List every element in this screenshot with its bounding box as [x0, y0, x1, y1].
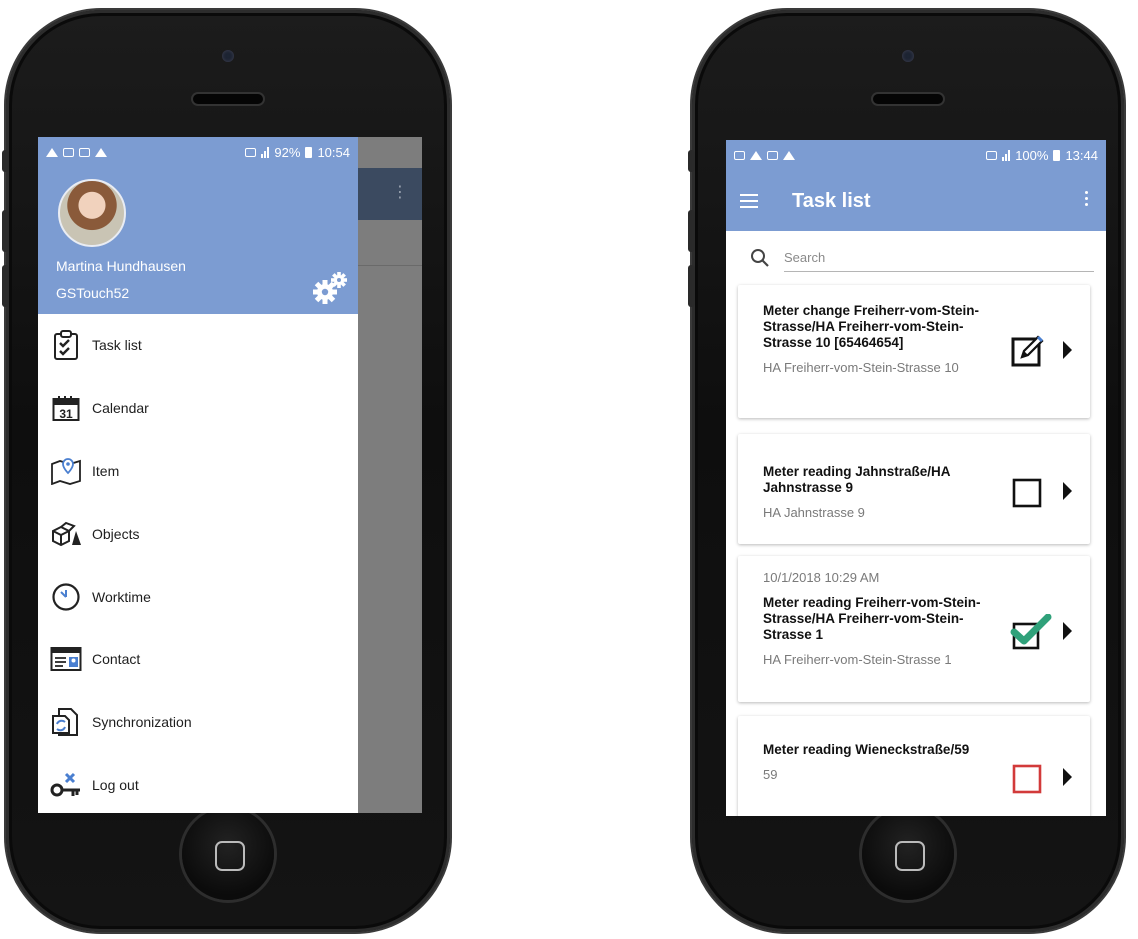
- cloud-icon: [46, 148, 58, 157]
- menu-label: Task list: [92, 337, 142, 354]
- navigation-drawer: 92% 10:54 Martina Hundhausen GSTouch52 T…: [38, 137, 358, 813]
- drawer-menu: Task list 31 Calendar Item Objects Workt…: [38, 314, 358, 813]
- volume-down-button: [688, 265, 695, 307]
- task-title: Meter reading Jahnstraße/HA Jahnstrasse …: [763, 464, 951, 495]
- signal-icon: [261, 147, 270, 158]
- cloud-icon: [783, 151, 795, 160]
- notification-icon: [63, 148, 74, 157]
- task-title: Meter reading Freiherr-vom-Stein-Strasse…: [763, 595, 981, 642]
- map-pin-icon: [51, 458, 81, 485]
- kebab-icon[interactable]: [1085, 191, 1088, 206]
- front-camera: [902, 50, 914, 62]
- menu-label: Worktime: [92, 588, 151, 605]
- task-timestamp: 10/1/2018 10:29 AM: [763, 570, 880, 585]
- volume-down-button: [2, 265, 9, 307]
- image-icon: [734, 151, 745, 160]
- top-chrome: 100% 13:44 Task list: [726, 140, 1106, 231]
- cloud-icon: [95, 148, 107, 157]
- calendar-icon: 31: [52, 396, 80, 422]
- earpiece-speaker: [873, 94, 943, 104]
- menu-label: Objects: [92, 525, 140, 542]
- empty-checkbox-icon[interactable]: [1012, 478, 1042, 508]
- mute-switch: [688, 150, 695, 172]
- divider: [358, 265, 422, 266]
- front-camera: [222, 50, 234, 62]
- chevron-right-icon[interactable]: [1063, 482, 1072, 500]
- left-screen: ⋮ 92% 10:54 Martina Hundhausen GSTouch52…: [38, 137, 422, 813]
- earpiece-speaker: [193, 94, 263, 104]
- drawer-header: 92% 10:54 Martina Hundhausen GSTouch52: [38, 137, 358, 314]
- chevron-right-icon[interactable]: [1063, 768, 1072, 786]
- chevron-right-icon[interactable]: [1063, 341, 1072, 359]
- task-subtitle: HA Freiherr-vom-Stein-Strasse 10: [763, 360, 959, 375]
- task-title: Meter change Freiherr-vom-Stein-Strasse/…: [763, 303, 980, 350]
- clock-icon: [52, 582, 80, 611]
- notification-icon: [767, 151, 778, 160]
- menu-item-item[interactable]: Item: [38, 440, 358, 503]
- status-bar: 100% 13:44: [726, 140, 1106, 171]
- task-subtitle: 59: [763, 767, 778, 782]
- menu-label: Contact: [92, 651, 141, 668]
- app-bar: Task list: [726, 171, 1106, 231]
- avatar[interactable]: [58, 179, 126, 247]
- mute-switch: [2, 150, 9, 172]
- right-screen: 100% 13:44 Task list Meter change Freihe…: [726, 140, 1106, 816]
- menu-label: Synchronization: [92, 714, 192, 731]
- pencil-edit-icon[interactable]: [1010, 333, 1046, 369]
- page-title: Task list: [792, 189, 871, 212]
- user-name: Martina Hundhausen: [56, 258, 186, 274]
- boxes-icon: [52, 521, 81, 546]
- search-icon: [751, 249, 769, 267]
- menu-item-calendar[interactable]: 31 Calendar: [38, 377, 358, 440]
- menu-label: Calendar: [92, 400, 149, 417]
- menu-item-objects[interactable]: Objects: [38, 502, 358, 565]
- image-icon: [79, 148, 90, 157]
- task-card[interactable]: Meter change Freiherr-vom-Stein-Strasse/…: [738, 285, 1090, 418]
- sync-icon: [52, 708, 78, 737]
- home-button[interactable]: [862, 808, 954, 900]
- red-checkbox-icon[interactable]: [1012, 764, 1042, 794]
- task-card[interactable]: Meter reading Wieneckstraße/59 59: [738, 716, 1090, 816]
- menu-item-log-out[interactable]: Log out: [38, 754, 358, 813]
- search-bar: [726, 231, 1106, 275]
- task-card[interactable]: 10/1/2018 10:29 AM Meter reading Freiher…: [738, 556, 1090, 702]
- cloud-icon: [750, 151, 762, 160]
- menu-item-synchronization[interactable]: Synchronization: [38, 691, 358, 754]
- menu-label: Log out: [92, 776, 139, 793]
- volume-up-button: [688, 210, 695, 252]
- task-title: Meter reading Wieneckstraße/59: [763, 742, 970, 757]
- contact-card-icon: [50, 647, 82, 672]
- menu-label: Item: [92, 462, 120, 479]
- battery-icon: [305, 147, 313, 158]
- battery-percent: 92%: [274, 145, 301, 160]
- task-list: Meter change Freiherr-vom-Stein-Strasse/…: [726, 285, 1106, 816]
- menu-item-contact[interactable]: Contact: [38, 628, 358, 691]
- menu-item-task-list[interactable]: Task list: [38, 314, 358, 377]
- menu-item-worktime[interactable]: Worktime: [38, 565, 358, 628]
- signal-icon: [1002, 150, 1011, 161]
- settings-gears-icon[interactable]: [310, 271, 350, 305]
- calendar-day: 31: [59, 407, 73, 421]
- nfc-icon: [245, 148, 257, 157]
- nfc-icon: [986, 151, 998, 160]
- task-subtitle: HA Freiherr-vom-Stein-Strasse 1: [763, 652, 952, 667]
- task-card[interactable]: Meter reading Jahnstraße/HA Jahnstrasse …: [738, 434, 1090, 544]
- clipboard-check-icon: [54, 330, 78, 361]
- task-subtitle: HA Jahnstrasse 9: [763, 505, 865, 520]
- clock: 13:44: [1065, 148, 1098, 163]
- battery-percent: 100%: [1015, 148, 1049, 163]
- kebab-icon: ⋮: [392, 184, 408, 201]
- key-logout-icon: [50, 772, 80, 797]
- battery-icon: [1053, 150, 1061, 161]
- chevron-right-icon[interactable]: [1063, 622, 1072, 640]
- search-input[interactable]: [784, 244, 1094, 272]
- hamburger-icon[interactable]: [740, 194, 758, 208]
- clock: 10:54: [317, 145, 350, 160]
- status-bar: 92% 10:54: [38, 137, 358, 168]
- checked-checkbox-icon[interactable]: [1010, 614, 1052, 652]
- user-account: GSTouch52: [56, 285, 130, 301]
- volume-up-button: [2, 210, 9, 252]
- home-button[interactable]: [182, 808, 274, 900]
